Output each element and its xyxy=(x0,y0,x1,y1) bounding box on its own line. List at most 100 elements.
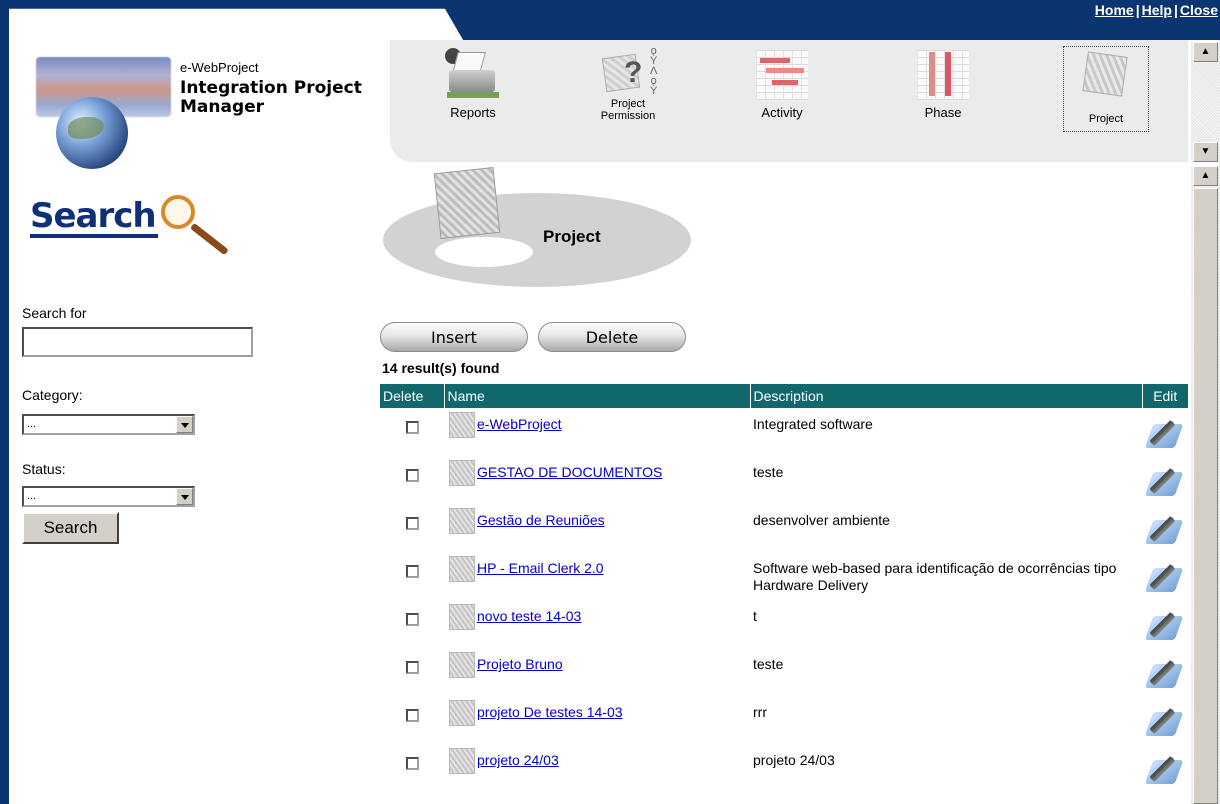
chevron-down-icon[interactable] xyxy=(176,416,193,433)
table-row: HP - Email Clerk 2.0 Software web-based … xyxy=(380,552,1188,600)
module-project[interactable]: Project xyxy=(1061,46,1151,132)
category-select[interactable]: ... xyxy=(22,414,195,435)
module-label: Phase xyxy=(924,105,962,120)
search-input[interactable] xyxy=(22,327,253,357)
scroll-down-icon[interactable]: ▼ xyxy=(1193,142,1218,162)
project-icon xyxy=(449,748,475,774)
module-label: Project xyxy=(1088,113,1124,125)
project-icon xyxy=(449,460,475,486)
brand-subtitle: e-WebProject xyxy=(180,60,259,75)
column-header-delete: Delete xyxy=(380,384,445,408)
link-separator: | xyxy=(1173,2,1178,18)
globe-icon xyxy=(56,97,128,169)
table-header-row: Delete Name Description Edit xyxy=(380,384,1188,408)
delete-checkbox[interactable] xyxy=(405,757,419,770)
project-name-link[interactable]: Gestão de Reuniões xyxy=(477,512,605,528)
project-icon xyxy=(449,700,475,726)
column-header-edit: Edit xyxy=(1142,384,1188,408)
project-name-link[interactable]: GESTAO DE DOCUMENTOS xyxy=(477,464,662,480)
project-name-link[interactable]: projeto 24/03 xyxy=(477,752,559,768)
category-label: Category: xyxy=(22,387,83,403)
brand-block: e-WebProject Integration Project Manager xyxy=(180,60,362,117)
phase-chart-icon xyxy=(913,48,973,106)
content-scrollbar[interactable]: ▲ xyxy=(1191,166,1220,804)
project-permission-icon: ? o Ỳ Λo Ỳ xyxy=(598,46,658,106)
project-name-link[interactable]: Projeto Bruno xyxy=(477,656,563,672)
home-link[interactable]: Home xyxy=(1095,2,1134,18)
project-house-icon xyxy=(433,167,501,239)
project-name-link[interactable]: HP - Email Clerk 2.0 xyxy=(477,560,604,576)
status-select[interactable]: ... xyxy=(22,486,195,507)
module-label: Reports xyxy=(450,105,496,120)
project-description: desenvolver ambiente xyxy=(753,512,890,528)
category-select-value: ... xyxy=(27,418,37,430)
delete-checkbox[interactable] xyxy=(405,421,419,434)
delete-checkbox[interactable] xyxy=(405,709,419,722)
module-label: Activity xyxy=(761,105,803,120)
link-separator: | xyxy=(1135,2,1140,18)
help-link[interactable]: Help xyxy=(1142,2,1172,18)
delete-button[interactable]: Delete xyxy=(538,322,686,352)
brand-title-line1: Integration Project xyxy=(180,78,362,98)
search-heading-underline xyxy=(30,234,158,238)
activity-gantt-icon xyxy=(752,48,812,106)
edit-pencil-icon[interactable] xyxy=(1144,464,1184,500)
scrollbar-thumb[interactable] xyxy=(1193,188,1218,804)
project-icon xyxy=(449,508,475,534)
edit-pencil-icon[interactable] xyxy=(1144,608,1184,644)
scroll-up-icon[interactable]: ▲ xyxy=(1193,166,1218,186)
table-row: projeto 24/03 projeto 24/03 xyxy=(380,744,1188,792)
search-button[interactable]: Search xyxy=(22,512,119,544)
project-description: Software web-based para identificação de… xyxy=(753,560,1117,593)
project-description: teste xyxy=(753,656,784,672)
edit-pencil-icon[interactable] xyxy=(1144,560,1184,596)
project-icon xyxy=(449,556,475,582)
delete-checkbox[interactable] xyxy=(405,613,419,626)
module-phase[interactable]: Phase xyxy=(893,48,993,120)
projects-table: Delete Name Description Edit e-WebProjec… xyxy=(380,384,1188,792)
left-frame-border xyxy=(0,0,9,804)
project-name-link[interactable]: projeto De testes 14-03 xyxy=(477,704,623,720)
delete-checkbox[interactable] xyxy=(405,661,419,674)
project-description: rrr xyxy=(753,704,767,720)
table-row: Gestão de Reuniões desenvolver ambiente xyxy=(380,504,1188,552)
scroll-up-icon[interactable]: ▲ xyxy=(1193,42,1218,62)
table-row: GESTAO DE DOCUMENTOS teste xyxy=(380,456,1188,504)
results-count: 14 result(s) found xyxy=(382,360,500,376)
module-project-permission[interactable]: ? o Ỳ Λo Ỳ Project Permission xyxy=(578,46,678,123)
module-label-line2: Permission xyxy=(600,110,656,122)
project-icon xyxy=(449,412,475,438)
table-row: e-WebProject Integrated software xyxy=(380,408,1188,456)
brand-title-line2: Manager xyxy=(180,97,265,117)
status-select-value: ... xyxy=(27,490,37,502)
reports-printer-icon xyxy=(443,48,503,106)
magnifier-handle xyxy=(189,222,229,256)
search-heading: Search xyxy=(30,196,158,238)
table-row: projeto De testes 14-03 rrr xyxy=(380,696,1188,744)
table-row: novo teste 14-03 t xyxy=(380,600,1188,648)
project-description: projeto 24/03 xyxy=(753,752,835,768)
edit-pencil-icon[interactable] xyxy=(1144,416,1184,452)
module-reports[interactable]: Reports xyxy=(423,48,523,120)
edit-pencil-icon[interactable] xyxy=(1144,704,1184,740)
project-name-link[interactable]: e-WebProject xyxy=(477,416,562,432)
close-link[interactable]: Close xyxy=(1180,2,1218,18)
insert-button[interactable]: Insert xyxy=(380,322,528,352)
page-title: Project xyxy=(543,227,601,246)
column-header-description: Description xyxy=(750,384,1143,408)
magnifier-icon xyxy=(161,195,195,229)
project-description: teste xyxy=(753,464,784,480)
app-logo xyxy=(36,57,171,169)
delete-checkbox[interactable] xyxy=(405,469,419,482)
edit-pencil-icon[interactable] xyxy=(1144,656,1184,692)
project-name-link[interactable]: novo teste 14-03 xyxy=(477,608,581,624)
project-description: Integrated software xyxy=(753,416,873,432)
toolbar-scrollbar[interactable]: ▲ ▼ xyxy=(1191,42,1220,162)
module-activity[interactable]: Activity xyxy=(732,48,832,120)
delete-checkbox[interactable] xyxy=(405,517,419,530)
edit-pencil-icon[interactable] xyxy=(1144,752,1184,788)
edit-pencil-icon[interactable] xyxy=(1144,512,1184,548)
project-icon xyxy=(449,652,475,678)
chevron-down-icon[interactable] xyxy=(176,488,193,505)
delete-checkbox[interactable] xyxy=(405,565,419,578)
